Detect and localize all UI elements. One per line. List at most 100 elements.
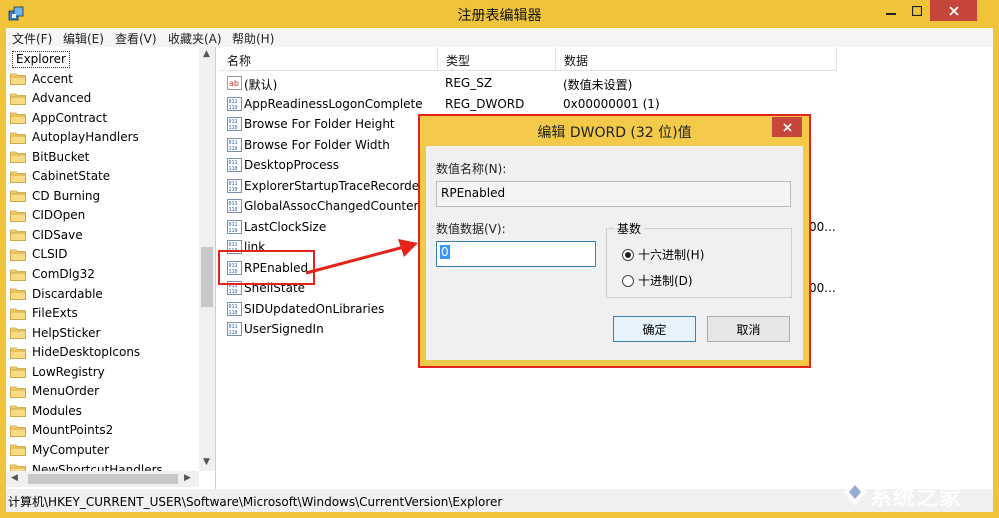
close-icon [948,5,959,16]
tree-root-explorer[interactable]: Explorer [12,50,70,69]
tree-item[interactable]: LowRegistry [10,362,105,381]
tree-item-label: CIDOpen [32,208,86,223]
scroll-down-icon[interactable]: ▼ [203,457,210,467]
column-header-type[interactable]: 类型 [438,47,556,71]
tree-item[interactable]: CIDOpen [10,206,85,225]
svg-text:110: 110 [229,105,238,111]
tree-item-label: ComDlg32 [32,267,95,281]
value-data-text: 0 [440,245,450,259]
column-header-data[interactable]: 数据 [556,47,837,71]
radio-dec-label: 十进制(D) [638,274,693,288]
binary-value-icon: 011110 [227,199,242,213]
tree-item[interactable]: Advanced [10,89,91,108]
tree-item[interactable]: FileExts [10,304,78,323]
tree-item-label: Discardable [32,286,103,301]
value-row[interactable]: 011 110 AppReadinessLogonComplete REG_DWORD… [219,94,993,114]
folder-icon [10,425,26,437]
tree-item[interactable]: CLSID [10,245,67,264]
value-data: (数值未设置) [563,78,633,92]
tree-horizontal-scrollbar[interactable]: ◀ ▶ [6,471,199,487]
value-name: AppReadinessLogonComplete [244,96,423,111]
tree-item[interactable]: MyComputer [10,440,109,459]
tree-vertical-scrollbar[interactable]: ▲ ▼ [199,47,215,471]
base-label: 基数 [614,220,645,237]
folder-icon [10,308,26,320]
radio-hex[interactable]: 十六进制(H) [622,246,704,263]
dialog-title: 编辑 DWORD (32 位)值 [537,125,692,141]
folder-icon [10,249,26,261]
tree-item-label: LowRegistry [32,364,105,379]
tree-item[interactable]: Discardable [10,284,103,303]
radio-dec[interactable]: 十进制(D) [622,272,693,289]
annotation-arrow-icon [305,239,418,275]
radio-unselected-icon [622,274,634,287]
dialog-close-button[interactable] [772,117,802,137]
tree-item[interactable]: AutoplayHandlers [10,128,139,147]
tree-item-label: AutoplayHandlers [32,130,139,145]
tree-item[interactable]: MountPoints2 [10,421,113,440]
binary-value-icon: 011110 [227,158,242,172]
tree-item-label: CLSID [32,247,68,262]
maximize-button[interactable] [904,0,930,21]
tree-item-label: CIDSave [32,227,83,242]
menu-edit[interactable]: 编辑(E) [63,30,104,47]
folder-icon [10,366,26,379]
value-data-input[interactable]: 0 [436,241,596,267]
value-name: DesktopProcess [244,158,340,172]
tree-item-label: CD Burning [32,188,101,203]
tree-item[interactable]: MenuOrder [10,382,99,401]
minimize-icon [886,12,896,15]
tree-item[interactable]: HelpSticker [10,323,100,342]
tree-item[interactable]: CIDSave [10,225,83,244]
tree-item-label: MyComputer [32,442,110,457]
value-row[interactable]: ab (默认) REG_SZ (数值未设置) [219,73,993,93]
tree-item[interactable]: CabinetState [10,167,110,186]
tree-item-label: MenuOrder [32,384,100,399]
folder-icon [10,327,26,340]
tree-item[interactable]: Accent [10,69,73,88]
binary-value-icon: 011110 [227,219,242,234]
svg-text:110: 110 [229,289,238,295]
close-button[interactable] [930,0,977,21]
scrollbar-thumb[interactable] [201,247,213,307]
menu-help[interactable]: 帮助(H) [232,30,274,47]
minimize-button[interactable] [878,0,904,21]
value-type: REG_SZ [445,76,493,90]
folder-icon [10,171,26,183]
tree-item-label: AppContract [32,110,108,125]
folder-icon [10,347,26,359]
window-title: 注册表编辑器 [457,8,542,24]
column-header-name[interactable]: 名称 [219,47,438,71]
tree-item-label: Modules [32,403,82,418]
menu-favorites[interactable]: 收藏夹(A) [168,30,222,47]
scroll-up-icon[interactable]: ▲ [203,49,210,59]
tree-item[interactable]: AppContract [10,108,107,127]
tree-item[interactable]: BitBucket [10,147,89,166]
tree-item[interactable]: Modules [10,401,82,420]
title-bar[interactable]: 注册表编辑器 [0,0,999,28]
svg-text:110: 110 [229,125,238,131]
menu-view[interactable]: 查看(V) [115,30,157,47]
scroll-left-icon[interactable]: ◀ [11,473,18,483]
dialog-body: 数值名称(N): RPEnabled 数值数据(V): 0 基数 十六进制(H)… [426,146,803,360]
menu-file[interactable]: 文件(F) [12,30,52,47]
folder-icon [10,269,26,281]
tree-item-label: HideDesktopIcons [32,345,141,360]
value-name: UserSignedIn [244,322,324,336]
scrollbar-thumb[interactable] [28,474,178,484]
scroll-right-icon[interactable]: ▶ [184,473,191,483]
folder-icon [10,73,26,85]
value-data-label: 数值数据(V): [436,222,506,236]
svg-text:110: 110 [229,187,238,193]
tree-item[interactable]: HideDesktopIcons [10,343,140,362]
value-name: LastClockSize [244,219,327,234]
tree-item[interactable]: CD Burning [10,186,100,205]
folder-icon [10,405,26,418]
cancel-button[interactable]: 取消 [707,316,790,342]
value-data: 00... [809,219,836,234]
tree-item[interactable]: ComDlg32 [10,265,95,284]
folder-icon [10,386,26,398]
ok-button[interactable]: 确定 [613,316,696,342]
close-icon [782,122,792,132]
tree-item-label: HelpSticker [32,325,101,340]
